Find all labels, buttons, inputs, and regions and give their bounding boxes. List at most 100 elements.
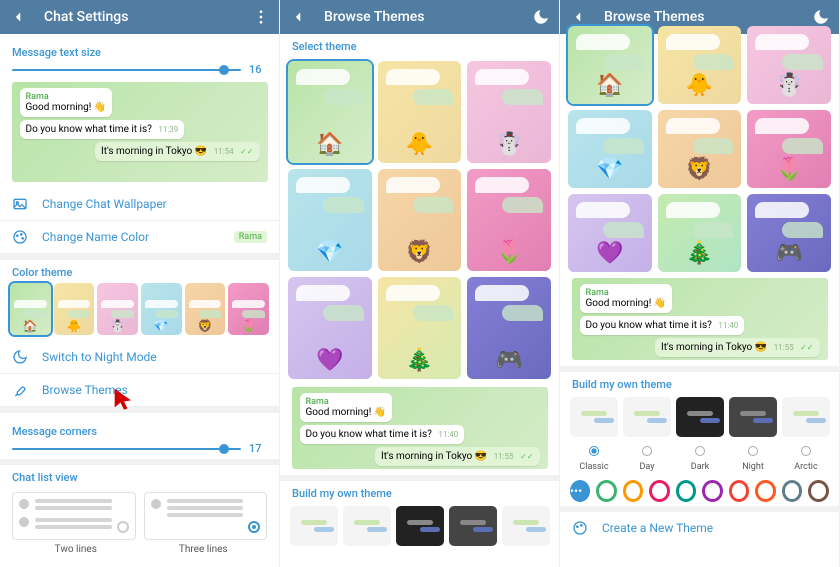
sender-name: Rama	[26, 92, 107, 102]
accent-color-dot[interactable]	[702, 480, 723, 502]
screen-browse-themes-2: Browse Themes 🏠🐥☃️💎🦁🌷💜🎄🎮 Rama Good morni…	[560, 0, 840, 567]
msg-time: 11:40	[438, 430, 458, 439]
theme-thumb[interactable]: 🦁	[658, 110, 742, 188]
theme-thumb[interactable]: ☃️	[467, 61, 551, 163]
corners-section: Message corners 17	[0, 413, 279, 459]
color-theme-label: Color theme	[0, 260, 279, 283]
create-theme-row[interactable]: Create a New Theme	[560, 512, 839, 544]
theme-thumb[interactable]: 🌷	[467, 169, 551, 271]
theme-thumb[interactable]: 💎	[141, 283, 182, 335]
accent-color-dot[interactable]	[755, 480, 776, 502]
chatlist-options	[0, 488, 279, 542]
build-card-classic[interactable]	[290, 506, 338, 546]
accent-color-dot[interactable]: •••	[570, 480, 590, 502]
chatlist-three-lines[interactable]	[144, 492, 268, 540]
appbar-title: Browse Themes	[604, 9, 795, 25]
build-card-dark[interactable]	[676, 397, 724, 437]
text-size-label: Message text size	[12, 40, 267, 63]
sender-name: Rama	[306, 397, 387, 407]
theme-thumb[interactable]: 🌷	[747, 110, 831, 188]
bubble-incoming: Rama Good morning! 👋	[20, 88, 113, 117]
build-card-arctic[interactable]	[502, 506, 550, 546]
accent-color-dot[interactable]	[808, 480, 829, 502]
theme-thumb[interactable]: 🎮	[747, 194, 831, 272]
browse-themes-row[interactable]: Browse Themes	[0, 374, 279, 407]
accent-color-dot[interactable]	[623, 480, 644, 502]
accent-color-dot[interactable]	[729, 480, 750, 502]
back-icon[interactable]	[8, 7, 28, 27]
build-radio[interactable]	[570, 441, 618, 460]
theme-thumb[interactable]: 🐥	[54, 283, 95, 335]
back-icon[interactable]	[288, 7, 308, 27]
text-size-slider[interactable]	[12, 69, 241, 71]
bubble-incoming: Do you know what time it is? 11:40	[300, 425, 465, 444]
msg-text: Good morning! 👋	[26, 102, 107, 113]
moon-icon[interactable]	[811, 7, 831, 27]
msg-text: Do you know what time it is?	[306, 429, 432, 440]
accent-color-dot[interactable]	[596, 480, 617, 502]
chatlist-two-lines[interactable]	[12, 492, 136, 540]
build-cards-row	[560, 395, 839, 441]
theme-thumb[interactable]: 🏠	[568, 26, 652, 104]
build-radio[interactable]	[782, 441, 830, 460]
theme-thumb[interactable]: 🎄	[658, 194, 742, 272]
accent-color-dot[interactable]	[676, 480, 697, 502]
sender-name: Rama	[586, 288, 667, 298]
theme-thumb[interactable]: 🏠	[10, 283, 51, 335]
build-cards-row	[280, 504, 559, 550]
build-radio-row	[560, 441, 839, 462]
accent-color-dot[interactable]	[782, 480, 803, 502]
theme-thumb[interactable]: 💜	[288, 277, 372, 379]
build-label: Arctic	[782, 462, 830, 472]
msg-text: Do you know what time it is?	[26, 124, 152, 135]
build-radio[interactable]	[729, 441, 777, 460]
build-card-day[interactable]	[343, 506, 391, 546]
build-card-dark[interactable]	[396, 506, 444, 546]
theme-thumb[interactable]: 🌷	[228, 283, 269, 335]
msg-text: It's morning in Tokyo 😎	[381, 451, 487, 462]
build-radio[interactable]	[623, 441, 671, 460]
appbar: Browse Themes	[280, 0, 559, 34]
moon-icon[interactable]	[531, 7, 551, 27]
build-radio[interactable]	[676, 441, 724, 460]
row-label: Switch to Night Mode	[42, 350, 157, 364]
build-card-night[interactable]	[449, 506, 497, 546]
appbar-title: Chat Settings	[44, 9, 235, 25]
theme-thumb[interactable]: 💎	[568, 110, 652, 188]
corners-slider[interactable]	[12, 448, 241, 450]
theme-thumb[interactable]: 🐥	[378, 61, 462, 163]
msg-text: It's morning in Tokyo 😎	[661, 342, 767, 353]
build-card-classic[interactable]	[570, 397, 618, 437]
msg-time: 11:54	[214, 147, 234, 156]
text-size-value: 16	[249, 63, 267, 76]
theme-grid: 🏠🐥☃️ 💎🦁🌷 💜🎄🎮	[280, 57, 559, 383]
change-wallpaper-row[interactable]: Change Chat Wallpaper	[0, 188, 279, 221]
theme-thumb[interactable]: 💜	[568, 194, 652, 272]
row-label: Create a New Theme	[602, 521, 713, 535]
accent-color-dot[interactable]	[649, 480, 670, 502]
checkmark-icon: ✓✓	[800, 343, 813, 352]
text-size-slider-row: 16	[12, 63, 267, 76]
theme-thumb[interactable]: ☃️	[97, 283, 138, 335]
theme-thumb[interactable]: 🦁	[185, 283, 226, 335]
chatlist-labels: Two lines Three lines	[0, 542, 279, 557]
theme-thumb[interactable]: 🏠	[288, 61, 372, 163]
build-label: Classic	[570, 462, 618, 472]
theme-thumb[interactable]: 🐥	[658, 26, 742, 104]
theme-thumb[interactable]: 🎮	[467, 277, 551, 379]
row-label: Change Name Color	[42, 230, 149, 244]
theme-thumb[interactable]: 💎	[288, 169, 372, 271]
theme-thumb[interactable]: 🎄	[378, 277, 462, 379]
night-mode-row[interactable]: Switch to Night Mode	[0, 341, 279, 374]
bubble-incoming: Do you know what time it is? 11:40	[580, 316, 745, 335]
build-card-arctic[interactable]	[782, 397, 830, 437]
theme-thumb[interactable]: 🦁	[378, 169, 462, 271]
msg-time: 11:55	[774, 343, 794, 352]
more-icon[interactable]	[251, 7, 271, 27]
build-card-day[interactable]	[623, 397, 671, 437]
build-card-night[interactable]	[729, 397, 777, 437]
change-name-color-row[interactable]: Change Name Color Rama	[0, 221, 279, 254]
theme-thumb[interactable]: ☃️	[747, 26, 831, 104]
radio-on	[248, 521, 260, 533]
back-icon[interactable]	[568, 7, 588, 27]
